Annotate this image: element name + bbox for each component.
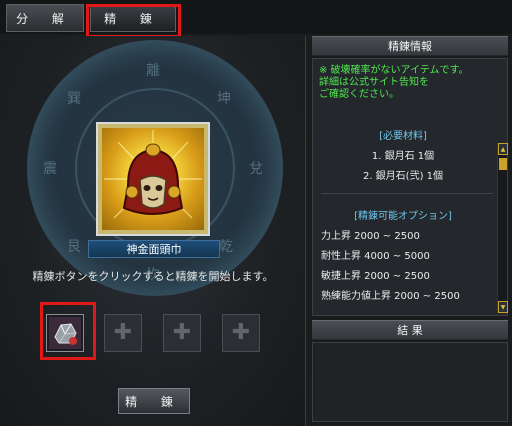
ring-glyph: 震 (43, 161, 57, 177)
option-entry: 力上昇 2000 ~ 2500 (321, 231, 420, 242)
plus-icon: ✚ (231, 320, 251, 345)
refine-options-title: [精錬可能オプション] (354, 211, 452, 222)
helmet-icon (102, 128, 204, 230)
ring-glyph: 坤 (217, 91, 231, 107)
tab-disassemble[interactable]: 分 解 (6, 4, 84, 32)
material-slot-3[interactable]: ✚ (163, 314, 201, 352)
divider (321, 193, 493, 194)
result-content (312, 342, 508, 422)
no-break-warning: ※ 破壊確率がないアイテムです。 詳細は公式サイト告知を ご確認ください。 (319, 65, 499, 101)
refine-left-panel: 離 坤 兌 乾 坎 艮 震 巽 神金面頭巾 精錬ボタンをクリックすると精錬を開始… (0, 36, 306, 426)
warning-line: ご確認ください。 (319, 89, 399, 100)
plus-icon: ✚ (113, 320, 133, 345)
scroll-up-icon[interactable]: ▲ (498, 143, 508, 155)
material-slot-1[interactable] (46, 314, 84, 352)
ring-glyph: 乾 (219, 239, 233, 255)
scroll-thumb[interactable] (499, 158, 507, 170)
option-entry: 熟練能力値上昇 2000 ~ 2500 (321, 291, 460, 302)
silver-moon-stone-icon (49, 317, 81, 349)
info-scrollbar[interactable]: ▲ ▼ (497, 143, 508, 313)
option-entry: 耐性上昇 4000 ~ 5000 (321, 251, 430, 262)
tab-bar: 分 解 精 錬 (0, 0, 512, 38)
ring-glyph: 巽 (67, 91, 81, 107)
ring-glyph: 艮 (67, 239, 81, 255)
refine-target-slot[interactable] (96, 122, 210, 236)
refine-instruction-text: 精錬ボタンをクリックすると精錬を開始します。 (32, 270, 274, 283)
material-entry: 1. 銀月石 1個 (371, 151, 435, 162)
required-materials-title: [必要材料] (379, 131, 427, 142)
warning-line: ※ 破壊確率がないアイテムです。 (319, 65, 469, 76)
scroll-down-icon[interactable]: ▼ (498, 301, 508, 313)
refine-info-content: ※ 破壊確率がないアイテムです。 詳細は公式サイト告知を ご確認ください。 [必… (312, 58, 508, 316)
refine-info-panel: 精錬情報 ※ 破壊確率がないアイテムです。 詳細は公式サイト告知を ご確認くださ… (308, 36, 512, 426)
plus-icon: ✚ (172, 320, 192, 345)
ring-glyph: 離 (146, 63, 160, 79)
material-entry: 2. 銀月石(弐) 1個 (362, 171, 444, 182)
ring-glyph: 兌 (249, 161, 263, 177)
material-slot-2[interactable]: ✚ (104, 314, 142, 352)
result-title: 結 果 (312, 320, 508, 340)
warning-line: 詳細は公式サイト告知を (319, 77, 429, 88)
option-entry: 敏捷上昇 2000 ~ 2500 (321, 271, 430, 282)
refine-button[interactable]: 精 錬 (118, 388, 190, 414)
tab-refine[interactable]: 精 錬 (90, 4, 176, 32)
material-slot-4[interactable]: ✚ (222, 314, 260, 352)
refine-info-title: 精錬情報 (312, 36, 508, 56)
item-name-label: 神金面頭巾 (88, 240, 220, 258)
